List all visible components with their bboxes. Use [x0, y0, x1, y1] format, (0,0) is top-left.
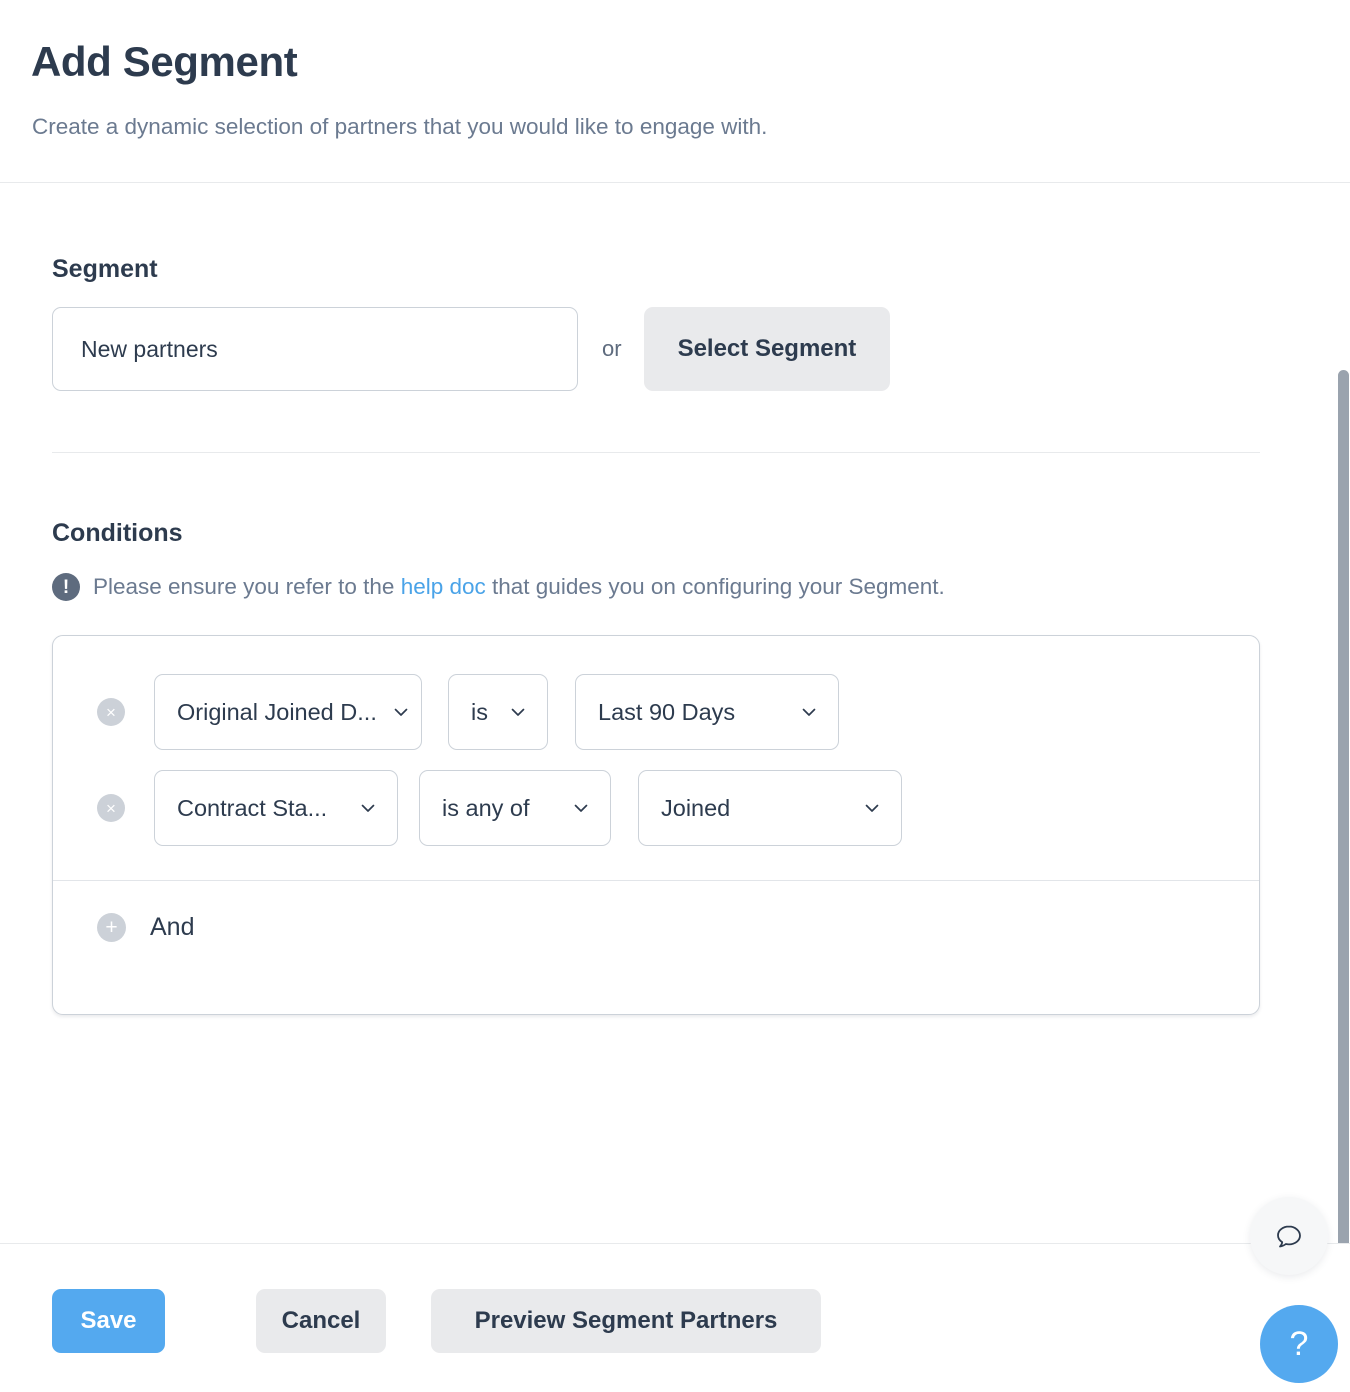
- add-condition-row[interactable]: + And: [53, 881, 1259, 942]
- page-footer: Save Cancel Preview Segment Partners: [0, 1243, 1350, 1392]
- conditions-help-row: ! Please ensure you refer to the help do…: [52, 573, 945, 601]
- help-button[interactable]: ?: [1260, 1305, 1338, 1383]
- page-subtitle: Create a dynamic selection of partners t…: [32, 114, 768, 139]
- add-condition-label: And: [150, 913, 195, 941]
- page-header: Add Segment Create a dynamic selection o…: [0, 0, 1350, 183]
- chat-bubble-glyph: [1277, 1225, 1301, 1248]
- add-segment-page: Add Segment Create a dynamic selection o…: [0, 0, 1350, 1392]
- conditions-section-label: Conditions: [52, 519, 183, 547]
- plus-icon-glyph: +: [105, 916, 118, 939]
- condition-value-dropdown[interactable]: Last 90 Days: [575, 674, 839, 750]
- chevron-down-icon: [571, 798, 591, 818]
- condition-row: × Original Joined D... is Last 90 Days: [53, 664, 1259, 760]
- segment-section-label: Segment: [52, 255, 158, 283]
- close-icon-glyph: ×: [106, 702, 116, 722]
- condition-field-dropdown[interactable]: Contract Sta...: [154, 770, 398, 846]
- conditions-help-text: Please ensure you refer to the help doc …: [93, 574, 945, 600]
- cancel-button[interactable]: Cancel: [256, 1289, 386, 1353]
- section-divider: [52, 452, 1260, 453]
- help-doc-link[interactable]: help doc: [401, 574, 486, 599]
- condition-value-value: Joined: [661, 794, 731, 821]
- help-text-suffix: that guides you on configuring your Segm…: [485, 574, 945, 599]
- chat-bubble-icon[interactable]: [1250, 1197, 1328, 1275]
- footer-button-group: Save Cancel Preview Segment Partners: [52, 1289, 821, 1353]
- condition-operator-dropdown[interactable]: is: [448, 674, 548, 750]
- chevron-down-icon: [862, 798, 882, 818]
- condition-operator-dropdown[interactable]: is any of: [419, 770, 611, 846]
- condition-row: × Contract Sta... is any of Joined: [53, 760, 1259, 856]
- close-icon-glyph: ×: [106, 798, 116, 818]
- condition-value-value: Last 90 Days: [598, 698, 736, 725]
- vertical-scrollbar-thumb[interactable]: [1338, 370, 1349, 1392]
- select-segment-button[interactable]: Select Segment: [643, 307, 891, 391]
- chevron-down-icon: [508, 702, 528, 722]
- chevron-down-icon: [799, 702, 819, 722]
- condition-field-dropdown[interactable]: Original Joined D...: [154, 674, 422, 750]
- condition-value-dropdown[interactable]: Joined: [638, 770, 902, 846]
- condition-field-value: Original Joined D...: [177, 698, 377, 725]
- save-button[interactable]: Save: [52, 1289, 165, 1353]
- condition-operator-value: is: [471, 698, 488, 725]
- exclamation-icon: !: [52, 573, 80, 601]
- condition-field-value: Contract Sta...: [177, 794, 328, 821]
- remove-condition-icon[interactable]: ×: [97, 698, 125, 726]
- exclamation-glyph: !: [62, 576, 70, 598]
- segment-name-input[interactable]: [52, 307, 578, 391]
- question-mark-icon: ?: [1289, 1325, 1309, 1363]
- remove-condition-icon[interactable]: ×: [97, 794, 125, 822]
- chevron-down-icon: [391, 702, 411, 722]
- condition-operator-value: is any of: [442, 794, 530, 821]
- preview-segment-partners-button[interactable]: Preview Segment Partners: [431, 1289, 821, 1353]
- vertical-scrollbar-track[interactable]: [1337, 184, 1350, 1392]
- conditions-card: × Original Joined D... is Last 90 Days ×…: [52, 635, 1260, 1015]
- segment-name-row: or Select Segment: [52, 307, 891, 391]
- form-body: Segment or Select Segment Conditions ! P…: [0, 184, 1350, 1243]
- help-text-prefix: Please ensure you refer to the: [93, 574, 401, 599]
- page-title: Add Segment: [31, 38, 298, 85]
- chevron-down-icon: [358, 798, 378, 818]
- or-label: or: [602, 336, 622, 361]
- condition-rows: × Original Joined D... is Last 90 Days ×…: [53, 636, 1259, 856]
- plus-icon[interactable]: +: [97, 913, 126, 942]
